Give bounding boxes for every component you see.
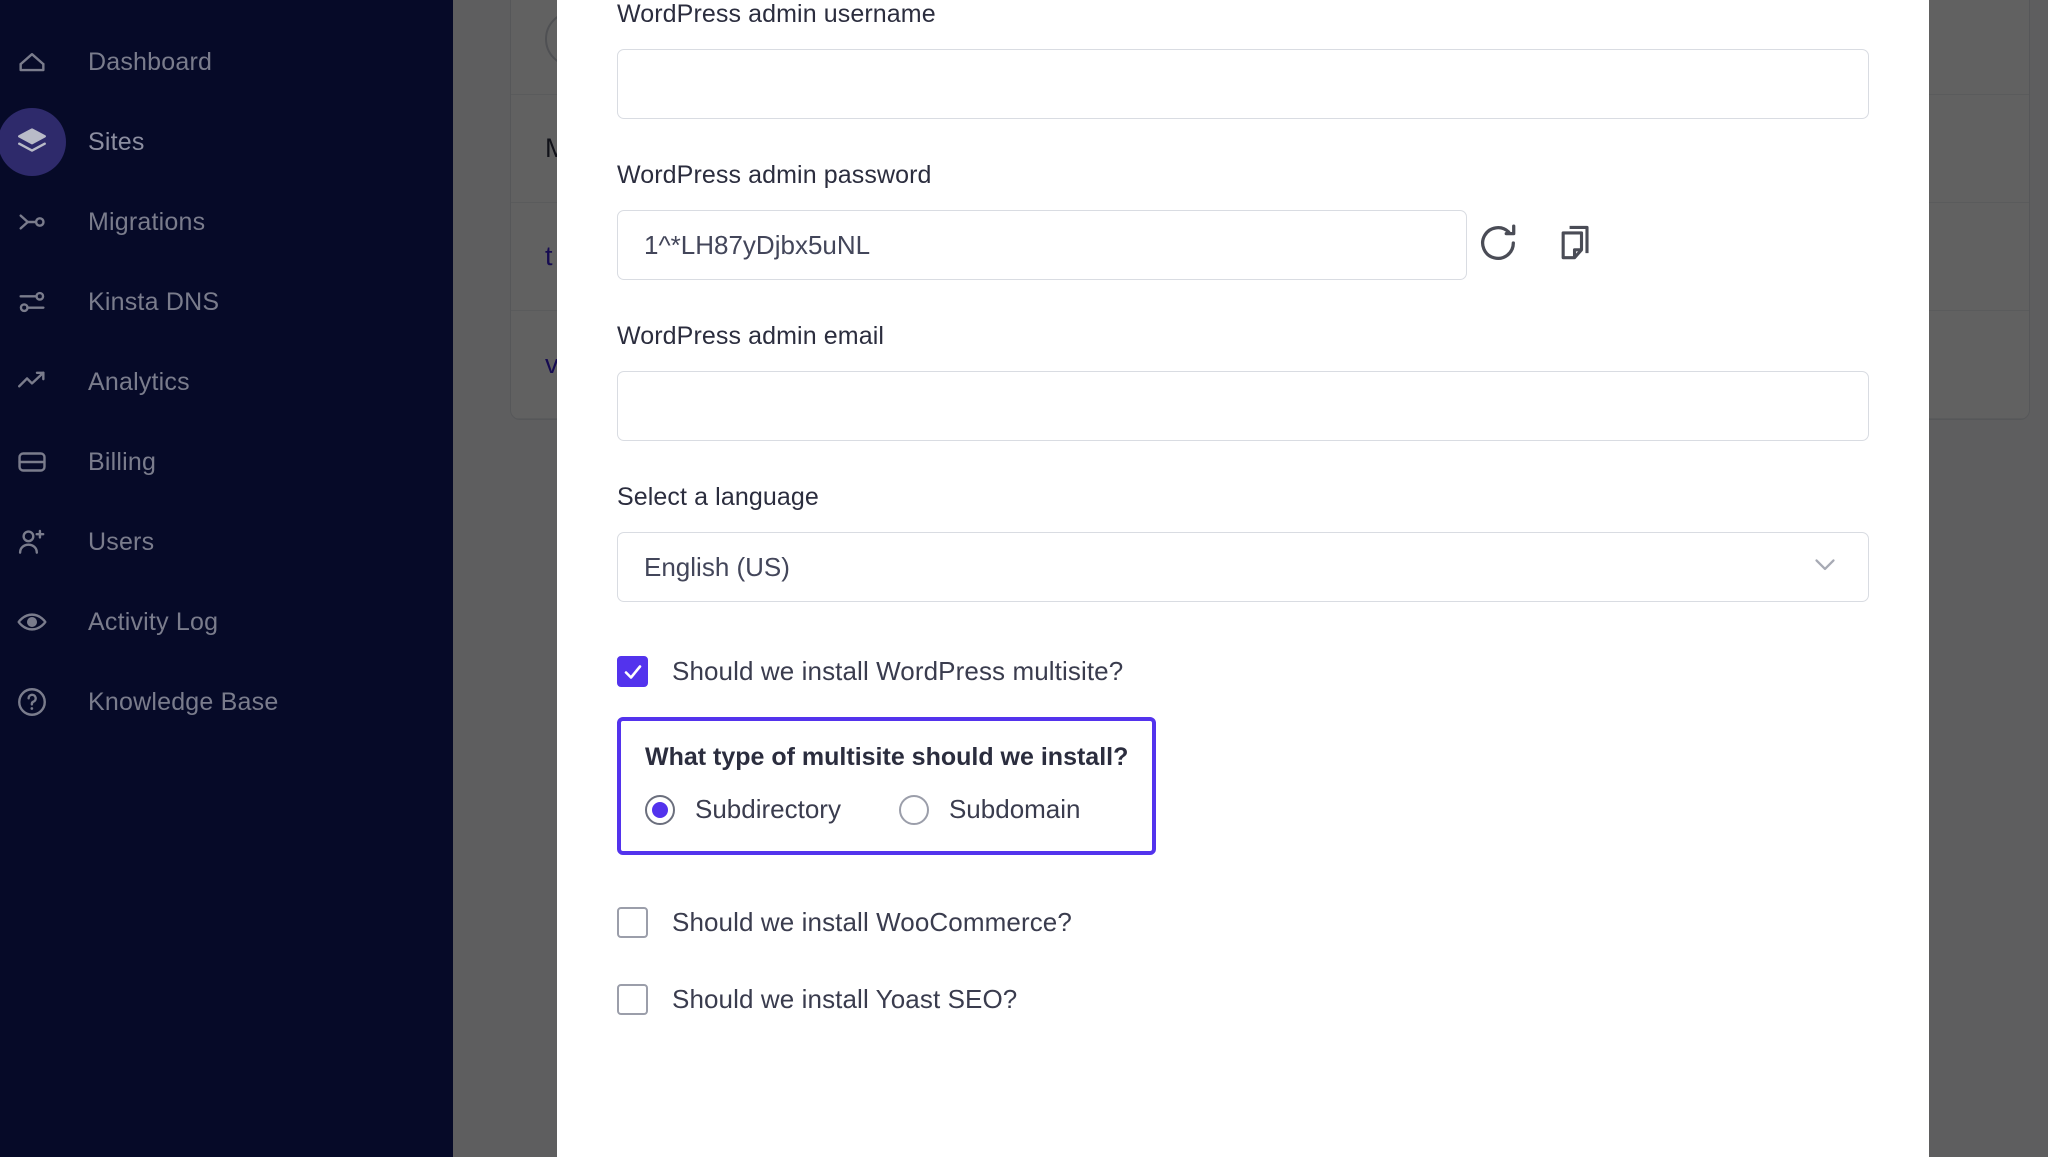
sidebar-item-kinsta-dns[interactable]: Kinsta DNS xyxy=(0,262,453,342)
woocommerce-checkbox-row[interactable]: Should we install WooCommerce? xyxy=(617,907,1869,938)
wordpress-admin-email-input[interactable] xyxy=(617,371,1869,441)
sidebar-label-dashboard: Dashboard xyxy=(88,47,213,76)
sidebar-item-dashboard[interactable]: Dashboard xyxy=(0,22,453,102)
sidebar-item-users[interactable]: Users xyxy=(0,502,453,582)
radio-subdomain[interactable] xyxy=(898,794,929,825)
sidebar-item-analytics[interactable]: Analytics xyxy=(0,342,453,422)
copy-password-button[interactable] xyxy=(1545,214,1607,276)
yoast-checkbox-label: Should we install Yoast SEO? xyxy=(672,984,1018,1014)
sidebar-label-activity-log: Activity Log xyxy=(88,607,219,636)
radio-option-subdomain[interactable]: Subdomain xyxy=(898,794,1081,825)
sidebar-label-users: Users xyxy=(88,527,155,556)
eye-icon xyxy=(0,588,66,656)
layers-icon xyxy=(0,108,66,176)
woocommerce-checkbox[interactable] xyxy=(617,907,648,938)
sidebar-label-migrations: Migrations xyxy=(88,207,206,236)
multisite-checkbox-label: Should we install WordPress multisite? xyxy=(672,656,1124,686)
sidebar: Dashboard Sites Migrations Kinsta DNS An… xyxy=(0,0,453,1157)
chevron-down-icon xyxy=(1808,547,1842,588)
radio-subdomain-label: Subdomain xyxy=(948,794,1081,824)
user-plus-icon xyxy=(0,508,66,576)
home-icon xyxy=(0,28,66,96)
yoast-checkbox-row[interactable]: Should we install Yoast SEO? xyxy=(617,984,1869,1015)
language-select[interactable]: English (US) xyxy=(617,532,1869,602)
sidebar-item-knowledge-base[interactable]: Knowledge Base xyxy=(0,662,453,742)
yoast-checkbox[interactable] xyxy=(617,984,648,1015)
sidebar-item-billing[interactable]: Billing xyxy=(0,422,453,502)
wordpress-admin-password-input[interactable]: 1^*LH87yDjbx5uNL xyxy=(617,210,1467,280)
app-root: PHP M 7 t 7.3 v WordPress admin username xyxy=(0,0,2048,1157)
sidebar-item-activity-log[interactable]: Activity Log xyxy=(0,582,453,662)
sidebar-item-sites[interactable]: Sites xyxy=(0,102,453,182)
refresh-password-button[interactable] xyxy=(1467,214,1529,276)
install-wordpress-modal: WordPress admin username WordPress admin… xyxy=(557,0,1929,1157)
multisite-checkbox[interactable] xyxy=(617,656,648,687)
wordpress-admin-email-label: WordPress admin email xyxy=(617,322,885,350)
sidebar-item-migrations[interactable]: Migrations xyxy=(0,182,453,262)
wordpress-admin-password-label: WordPress admin password xyxy=(617,161,932,189)
migrations-icon xyxy=(0,188,66,256)
sidebar-label-analytics: Analytics xyxy=(88,367,190,396)
sidebar-label-billing: Billing xyxy=(88,447,157,476)
refresh-icon xyxy=(1475,220,1521,271)
wordpress-admin-username-label: WordPress admin username xyxy=(617,0,936,28)
multisite-type-title: What type of multisite should we install… xyxy=(645,743,1129,771)
trending-up-icon xyxy=(0,348,66,416)
question-circle-icon xyxy=(0,668,66,736)
radio-subdirectory[interactable] xyxy=(645,794,675,825)
sidebar-label-sites: Sites xyxy=(88,127,145,156)
radio-subdirectory-label: Subdirectory xyxy=(695,794,841,824)
select-language-label: Select a language xyxy=(617,483,819,511)
sidebar-label-knowledge-base: Knowledge Base xyxy=(88,687,279,716)
sidebar-label-kinsta-dns: Kinsta DNS xyxy=(88,287,220,316)
multisite-checkbox-row[interactable]: Should we install WordPress multisite? xyxy=(617,656,1869,687)
multisite-type-group: What type of multisite should we install… xyxy=(617,717,1157,855)
copy-icon xyxy=(1554,221,1598,270)
woocommerce-checkbox-label: Should we install WooCommerce? xyxy=(672,907,1072,937)
radio-option-subdirectory[interactable]: Subdirectory xyxy=(645,794,841,825)
language-select-value: English (US) xyxy=(644,551,790,582)
wordpress-admin-username-input[interactable] xyxy=(617,49,1869,119)
credit-card-icon xyxy=(0,428,66,496)
dns-icon xyxy=(0,268,66,336)
